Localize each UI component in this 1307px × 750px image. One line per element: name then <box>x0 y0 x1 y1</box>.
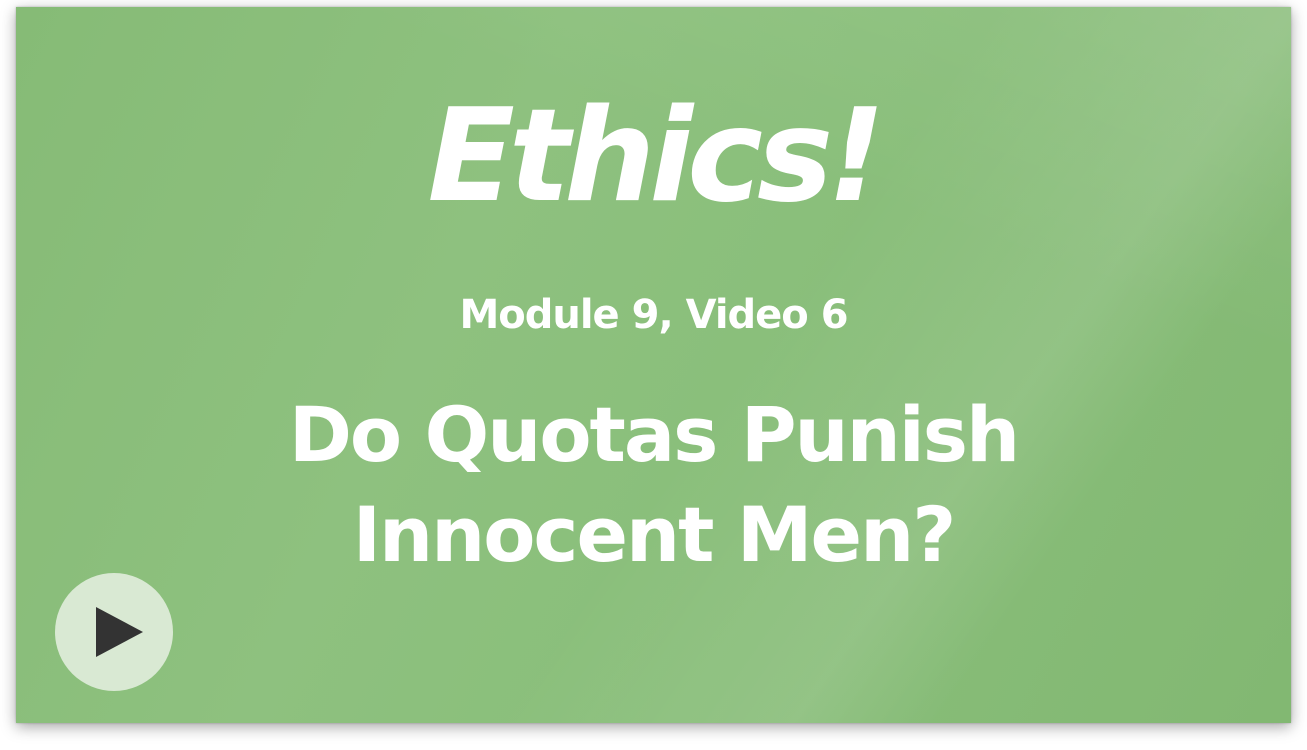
video-headline: Do Quotas Punish Innocent Men? <box>16 385 1291 585</box>
series-title: Ethics! <box>427 82 885 231</box>
play-button[interactable] <box>55 573 173 691</box>
module-label: Module 9, Video 6 <box>459 292 848 338</box>
play-icon <box>96 607 143 657</box>
video-thumbnail[interactable]: Ethics! Module 9, Video 6 Do Quotas Puni… <box>16 7 1291 723</box>
headline-line-2: Innocent Men? <box>352 490 957 579</box>
headline-line-1: Do Quotas Punish <box>288 390 1020 479</box>
